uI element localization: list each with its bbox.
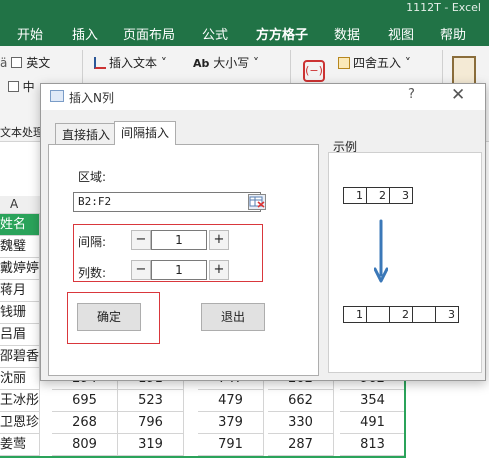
tab-fangfang[interactable]: 方方格子 — [256, 24, 309, 49]
chinese-checkbox[interactable] — [7, 81, 19, 92]
table-cell[interactable]: 796 — [118, 412, 184, 434]
tab-interval-insert[interactable]: 间隔插入 — [114, 121, 177, 145]
ok-button[interactable]: 确定 — [77, 303, 141, 331]
example-after-cell — [412, 306, 436, 323]
example-illustration: 1 2 3 1 2 3 — [328, 152, 482, 373]
name-cell[interactable]: 邵碧香 — [0, 346, 40, 368]
dialog-title: 插入N列 — [69, 91, 114, 105]
round-label: 四舍五入 — [353, 56, 402, 70]
close-icon[interactable]: ✕ — [451, 85, 465, 105]
table-cell[interactable]: 379 — [198, 412, 264, 434]
table-cell[interactable]: 791 — [198, 434, 264, 456]
insert-text-label: 插入文本 — [109, 56, 158, 70]
tab-direct-insert[interactable]: 直接插入 — [55, 123, 118, 144]
range-select-icon — [249, 196, 265, 208]
excel-title-bar: 1112T - Excel — [0, 0, 489, 18]
selection-border — [0, 456, 405, 458]
round-button[interactable]: 四舍五入 ˅ — [338, 54, 411, 71]
example-after-cell: 2 — [389, 306, 413, 323]
name-cell[interactable]: 卫恩珍 — [0, 412, 40, 434]
case-button[interactable]: Ab 大小写 ˅ — [193, 54, 259, 71]
tab-page-layout[interactable]: 页面布局 — [123, 24, 175, 43]
tab-data[interactable]: 数据 — [334, 24, 360, 43]
text-processing-group-label: 文本处理 — [0, 126, 44, 139]
ribbon-tab-bar: 开始 插入 页面布局 公式 方方格子 数据 视图 帮助 — [0, 18, 489, 49]
range-picker-button[interactable] — [248, 194, 266, 210]
interval-input[interactable]: 1 — [151, 230, 207, 250]
table-cell[interactable]: 813 — [340, 434, 406, 456]
name-cell[interactable]: 魏璧 — [0, 236, 40, 258]
english-option[interactable]: ä 英文 — [0, 54, 50, 71]
insert-text-button[interactable]: 插入文本 ˅ — [94, 54, 167, 71]
table-cell[interactable]: 268 — [52, 412, 118, 434]
example-before-cell: 1 — [343, 187, 367, 204]
example-after-row: 1 2 3 — [343, 306, 459, 323]
columns-input[interactable]: 1 — [151, 260, 207, 280]
tab-help[interactable]: 帮助 — [440, 24, 466, 43]
example-group: 示例 1 2 3 1 2 3 — [325, 138, 485, 376]
case-icon: Ab — [193, 57, 210, 70]
example-after-cell — [366, 306, 390, 323]
table-cell[interactable]: 319 — [118, 434, 184, 456]
table-cell[interactable]: 523 — [118, 390, 184, 412]
interval-decrement-button[interactable]: − — [131, 230, 151, 250]
round-icon — [338, 57, 350, 69]
name-cell[interactable]: 姜莺 — [0, 434, 40, 456]
minus-formula-icon[interactable]: (−) — [303, 60, 325, 82]
english-label: 英文 — [26, 56, 51, 70]
table-cell[interactable]: 479 — [198, 390, 264, 412]
column-header-label: A — [10, 197, 19, 211]
name-cell[interactable]: 蒋月 — [0, 280, 40, 302]
columns-increment-button[interactable]: + — [209, 260, 229, 280]
help-icon[interactable]: ? — [408, 87, 415, 102]
interval-label: 间隔: — [78, 235, 107, 249]
exit-button[interactable]: 退出 — [201, 303, 265, 331]
interval-increment-button[interactable]: + — [209, 230, 229, 250]
tab-home[interactable]: 开始 — [17, 24, 43, 43]
example-after-cell: 1 — [343, 306, 367, 323]
range-input[interactable]: B2:F2 — [73, 192, 261, 212]
insert-n-columns-dialog: 插入N列 ? ✕ 直接插入 间隔插入 区域: B2:F2 间隔: − 1 + 列… — [40, 83, 486, 381]
table-cell[interactable]: 491 — [340, 412, 406, 434]
dialog-title-bar[interactable]: 插入N列 ? ✕ — [41, 84, 485, 110]
range-label: 区域: — [78, 170, 107, 184]
table-cell[interactable]: 330 — [268, 412, 334, 434]
table-cell[interactable]: 287 — [268, 434, 334, 456]
table-cell[interactable]: 354 — [340, 390, 406, 412]
name-cell[interactable]: 钱珊 — [0, 302, 40, 324]
tab-insert[interactable]: 插入 — [72, 24, 98, 43]
name-cell[interactable]: 沈丽 — [0, 368, 40, 390]
name-cell[interactable]: 戴婷婷 — [0, 258, 40, 280]
chinese-option[interactable]: 中 — [0, 78, 35, 95]
example-before-cell: 2 — [366, 187, 390, 204]
arrow-down-icon — [374, 219, 388, 283]
tab-view[interactable]: 视图 — [388, 24, 414, 43]
english-checkbox[interactable] — [11, 57, 23, 68]
table-cell[interactable]: 695 — [52, 390, 118, 412]
header-cell-name[interactable]: 姓名 — [0, 214, 40, 236]
table-cell[interactable]: 662 — [268, 390, 334, 412]
dialog-app-icon — [50, 90, 64, 102]
example-before-cell: 3 — [389, 187, 413, 204]
example-before-row: 1 2 3 — [343, 187, 413, 204]
case-label: 大小写 — [213, 56, 250, 70]
document-title: 1112T - Excel — [406, 1, 481, 14]
example-after-cell: 3 — [435, 306, 459, 323]
columns-label: 列数: — [78, 266, 107, 280]
name-cell[interactable]: 吕眉 — [0, 324, 40, 346]
tab-formulas[interactable]: 公式 — [202, 24, 228, 43]
name-cell[interactable]: 王冰彤 — [0, 390, 40, 412]
chinese-label: 中 — [22, 80, 35, 94]
insert-text-icon — [94, 57, 106, 69]
table-cell[interactable]: 809 — [52, 434, 118, 456]
columns-decrement-button[interactable]: − — [131, 260, 151, 280]
